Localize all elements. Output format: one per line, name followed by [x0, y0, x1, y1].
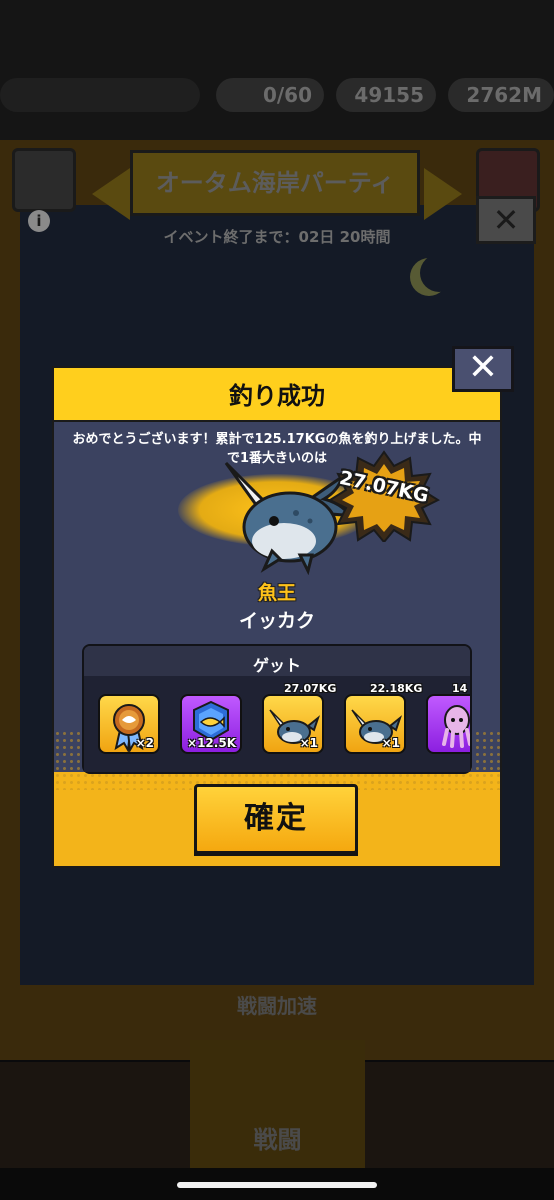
reward-list[interactable]: ×2 ×12.5K ×1 27.07KG ×1 22.18KG 14 [84, 676, 470, 772]
prev-arrow-icon [92, 168, 130, 220]
reward-item[interactable]: ×1 [262, 694, 324, 754]
stamina-counter[interactable]: 0/60 [216, 78, 324, 112]
coin-counter[interactable]: 2762M [448, 78, 554, 112]
close-button[interactable]: ✕ [452, 346, 514, 392]
narwhal-spot [293, 510, 299, 516]
reward-item[interactable]: ×2 [98, 694, 160, 754]
reward-weight: 22.18KG [370, 682, 423, 695]
home-indicator[interactable] [177, 1182, 377, 1188]
reward-item[interactable]: ×12.5K [180, 694, 242, 754]
next-arrow-icon [424, 168, 462, 220]
rank-label: 魚王 [257, 582, 296, 604]
fish-name: イッカク [238, 610, 315, 632]
squid-icon [442, 705, 470, 748]
event-title-banner: オータム海岸パーティ [130, 150, 420, 216]
moon-icon [420, 254, 458, 292]
reward-weight: 27.07KG [284, 682, 337, 695]
reward-item[interactable]: ×1 [344, 694, 406, 754]
menu-button[interactable] [12, 148, 76, 212]
confirm-button[interactable]: 確定 [194, 784, 358, 854]
reward-title: ゲット [252, 656, 301, 675]
event-timer: イベント終了まで：02日 20時間 [163, 228, 391, 246]
narwhal-spot [307, 518, 313, 524]
narwhal-fin-right [297, 553, 314, 575]
resource-hud: 0/60 49155 2762M [0, 70, 554, 130]
reward-qty: ×12.5K [187, 736, 236, 750]
reward-qty: ×2 [135, 736, 154, 750]
dialog-title: 釣り成功 [229, 382, 325, 410]
reward-qty: ×1 [299, 736, 318, 750]
reward-item[interactable] [426, 694, 470, 754]
player-profile[interactable] [0, 78, 200, 112]
gem-counter[interactable]: 49155 [336, 78, 436, 112]
narwhal-eye [269, 516, 279, 526]
reward-weight: 14 [452, 682, 468, 695]
battle-boost-label[interactable]: 戦闘加速 [0, 990, 554, 1019]
nav-battle-label: 戦闘 [253, 1126, 302, 1154]
reward-qty: ×1 [381, 736, 400, 750]
